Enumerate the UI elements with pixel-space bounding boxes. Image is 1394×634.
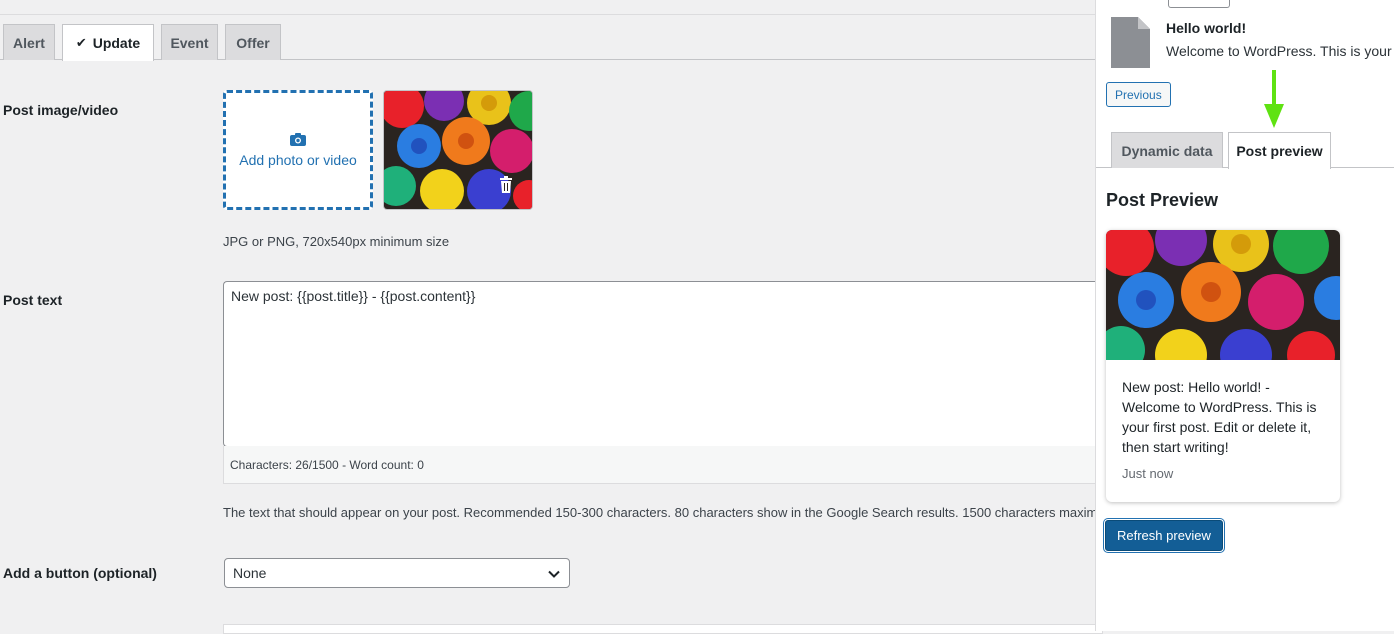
trash-icon[interactable] — [496, 175, 516, 195]
previous-button[interactable]: Previous — [1106, 82, 1171, 107]
previous-label: Previous — [1115, 87, 1162, 102]
arrow-down-icon — [1264, 70, 1284, 128]
tab-update[interactable]: ✔ Update — [62, 24, 154, 61]
tab-label: Post preview — [1236, 143, 1323, 159]
check-icon: ✔ — [75, 35, 87, 50]
add-button-label: Add a button (optional) — [3, 565, 157, 581]
media-hint: JPG or PNG, 720x540px minimum size — [223, 234, 450, 249]
character-counter: Characters: 26/1500 - Word count: 0 — [223, 446, 1103, 484]
top-button-edge[interactable] — [1168, 0, 1230, 8]
post-image-label: Post image/video — [3, 102, 119, 118]
preview-image — [1106, 230, 1340, 360]
add-media-label: Add photo or video — [239, 151, 357, 168]
post-text-hint: The text that should appear on your post… — [223, 505, 1095, 520]
tab-offer[interactable]: Offer — [225, 24, 281, 60]
tab-alert[interactable]: Alert — [3, 24, 55, 60]
camera-icon — [290, 132, 306, 146]
preview-panel: Hello world! Welcome to WordPress. This … — [1095, 0, 1394, 631]
tab-label: Update — [92, 35, 141, 51]
add-media-dropzone[interactable]: Add photo or video — [223, 90, 373, 210]
preview-timestamp: Just now — [1122, 466, 1174, 481]
chevron-down-icon — [548, 570, 560, 578]
post-preview-heading: Post Preview — [1106, 190, 1219, 210]
refresh-label: Refresh preview — [1117, 528, 1211, 543]
tab-dynamic-data[interactable]: Dynamic data — [1111, 132, 1223, 168]
preview-tabs: Dynamic data Post preview — [1096, 132, 1394, 169]
post-excerpt: Welcome to WordPress. This is your f — [1166, 43, 1394, 59]
tab-label: Alert — [13, 34, 45, 51]
post-title[interactable]: Hello world! — [1166, 20, 1246, 36]
tab-event[interactable]: Event — [161, 24, 218, 60]
tab-label: Offer — [236, 34, 270, 51]
tab-label: Event — [170, 34, 209, 51]
document-icon — [1111, 17, 1150, 68]
top-divider — [0, 14, 1095, 15]
refresh-preview-button[interactable]: Refresh preview — [1105, 520, 1223, 551]
post-type-tabs: Alert ✔ Update Event Offer — [0, 24, 1095, 61]
next-field-box — [223, 624, 1103, 634]
preview-card: New post: Hello world! - Welcome to Word… — [1106, 230, 1340, 502]
preview-text: New post: Hello world! - Welcome to Word… — [1122, 379, 1317, 455]
tab-label: Dynamic data — [1121, 142, 1213, 159]
select-value: None — [233, 565, 267, 581]
post-text-input[interactable]: New post: {{post.title}} - {{post.conten… — [223, 281, 1103, 447]
post-text-label: Post text — [3, 292, 63, 308]
tab-post-preview[interactable]: Post preview — [1228, 132, 1331, 169]
button-type-select[interactable]: None — [224, 558, 570, 588]
